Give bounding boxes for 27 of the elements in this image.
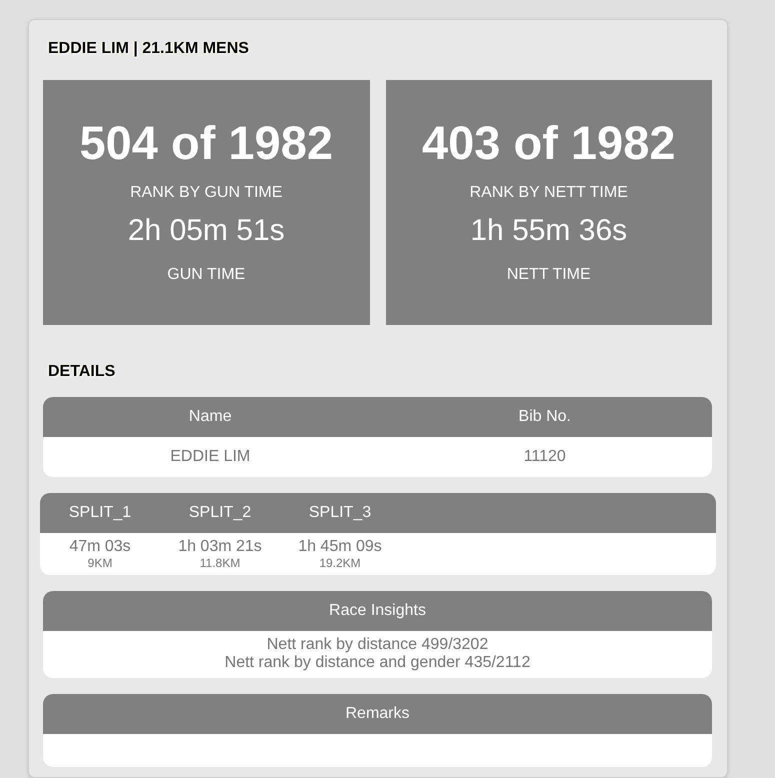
insight-text: Nett rank by distance and gender 435/2112 [224, 654, 530, 672]
split-distance: 11.8KM [200, 556, 240, 570]
table-cell-text: 11120 [522, 448, 567, 466]
rank-label: RANK BY NETT TIME [470, 184, 628, 202]
details-heading: DETAILS [48, 363, 116, 381]
table-cell-text: EDDIE LIM [169, 448, 252, 466]
rank-label: RANK BY GUN TIME [130, 184, 282, 202]
split-time: 47m 03s [69, 538, 131, 556]
split-time: 1h 45m 09s [298, 538, 382, 556]
split-distance: 19.2KM [319, 556, 361, 570]
rank-value: 403 of 1982 [422, 116, 676, 170]
column-header: SPLIT_3 [308, 504, 372, 522]
rank-value: 504 of 1982 [80, 116, 333, 170]
column-header: Race Insights [328, 602, 427, 620]
column-header: SPLIT_1 [68, 504, 132, 522]
time-value: 1h 55m 36s [470, 214, 628, 248]
column-header: Name [188, 408, 233, 426]
column-header: Bib No. [518, 408, 572, 426]
column-header: Remarks [344, 705, 410, 723]
time-label: NETT TIME [506, 266, 591, 284]
split-distance: 9KM [88, 556, 112, 570]
time-value: 2h 05m 51s [128, 214, 285, 248]
column-header: SPLIT_2 [188, 504, 252, 522]
insight-text: Nett rank by distance 499/3202 [266, 636, 488, 654]
split-time: 1h 03m 21s [178, 538, 262, 556]
time-label: GUN TIME [167, 266, 246, 284]
runner-title: EDDIE LIM | 21.1KM MENS [48, 40, 250, 58]
